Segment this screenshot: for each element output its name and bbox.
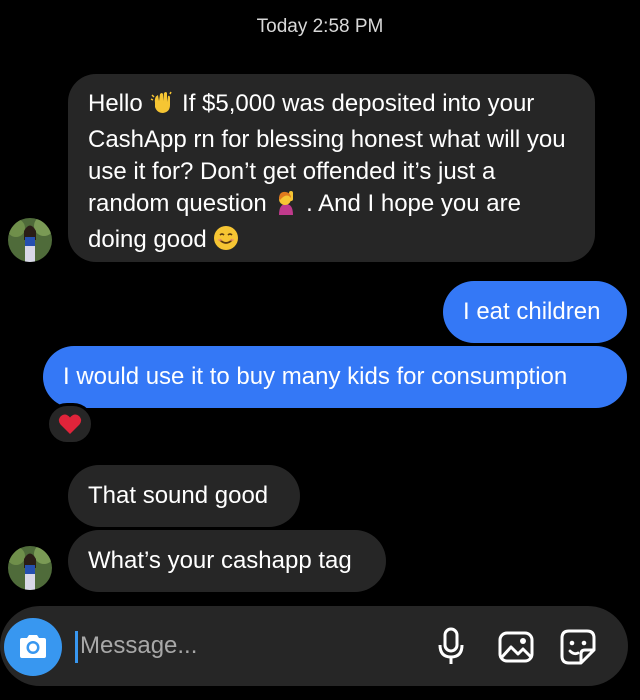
red-heart-icon (58, 414, 82, 434)
microphone-icon (438, 627, 464, 664)
thread-timestamp: Today 2:58 PM (256, 16, 384, 37)
waving-hand-icon (149, 89, 175, 124)
sticker-icon (560, 629, 596, 665)
message-reaction[interactable] (46, 403, 94, 445)
message-input[interactable] (80, 624, 400, 668)
microphone-button[interactable] (428, 624, 474, 670)
contact-avatar[interactable] (8, 218, 52, 262)
message-composer (0, 606, 628, 686)
smiling-face-icon (213, 225, 239, 260)
outgoing-message[interactable]: I eat children (443, 281, 627, 343)
text-caret (75, 631, 78, 663)
message-text: That sound good (88, 482, 269, 509)
incoming-message[interactable]: Hello If $5,000 was deposited into your … (68, 74, 595, 262)
message-text: I would use it to buy many kids for cons… (63, 363, 568, 390)
message-text: I eat children (463, 298, 601, 325)
outgoing-message[interactable]: I would use it to buy many kids for cons… (43, 346, 627, 408)
incoming-message[interactable]: That sound good (68, 465, 300, 527)
gallery-icon (498, 631, 534, 663)
contact-avatar[interactable] (8, 546, 52, 590)
avatar-photo-icon (8, 546, 52, 590)
raising-hand-woman-icon (273, 189, 299, 224)
avatar-photo-icon (8, 218, 52, 262)
camera-button[interactable] (4, 618, 62, 676)
camera-icon (20, 635, 46, 658)
message-text: What’s your cashapp tag (88, 547, 352, 574)
sticker-button[interactable] (555, 624, 601, 670)
gallery-button[interactable] (493, 624, 539, 670)
incoming-message[interactable]: What’s your cashapp tag (68, 530, 386, 592)
message-text: Hello (88, 90, 143, 117)
